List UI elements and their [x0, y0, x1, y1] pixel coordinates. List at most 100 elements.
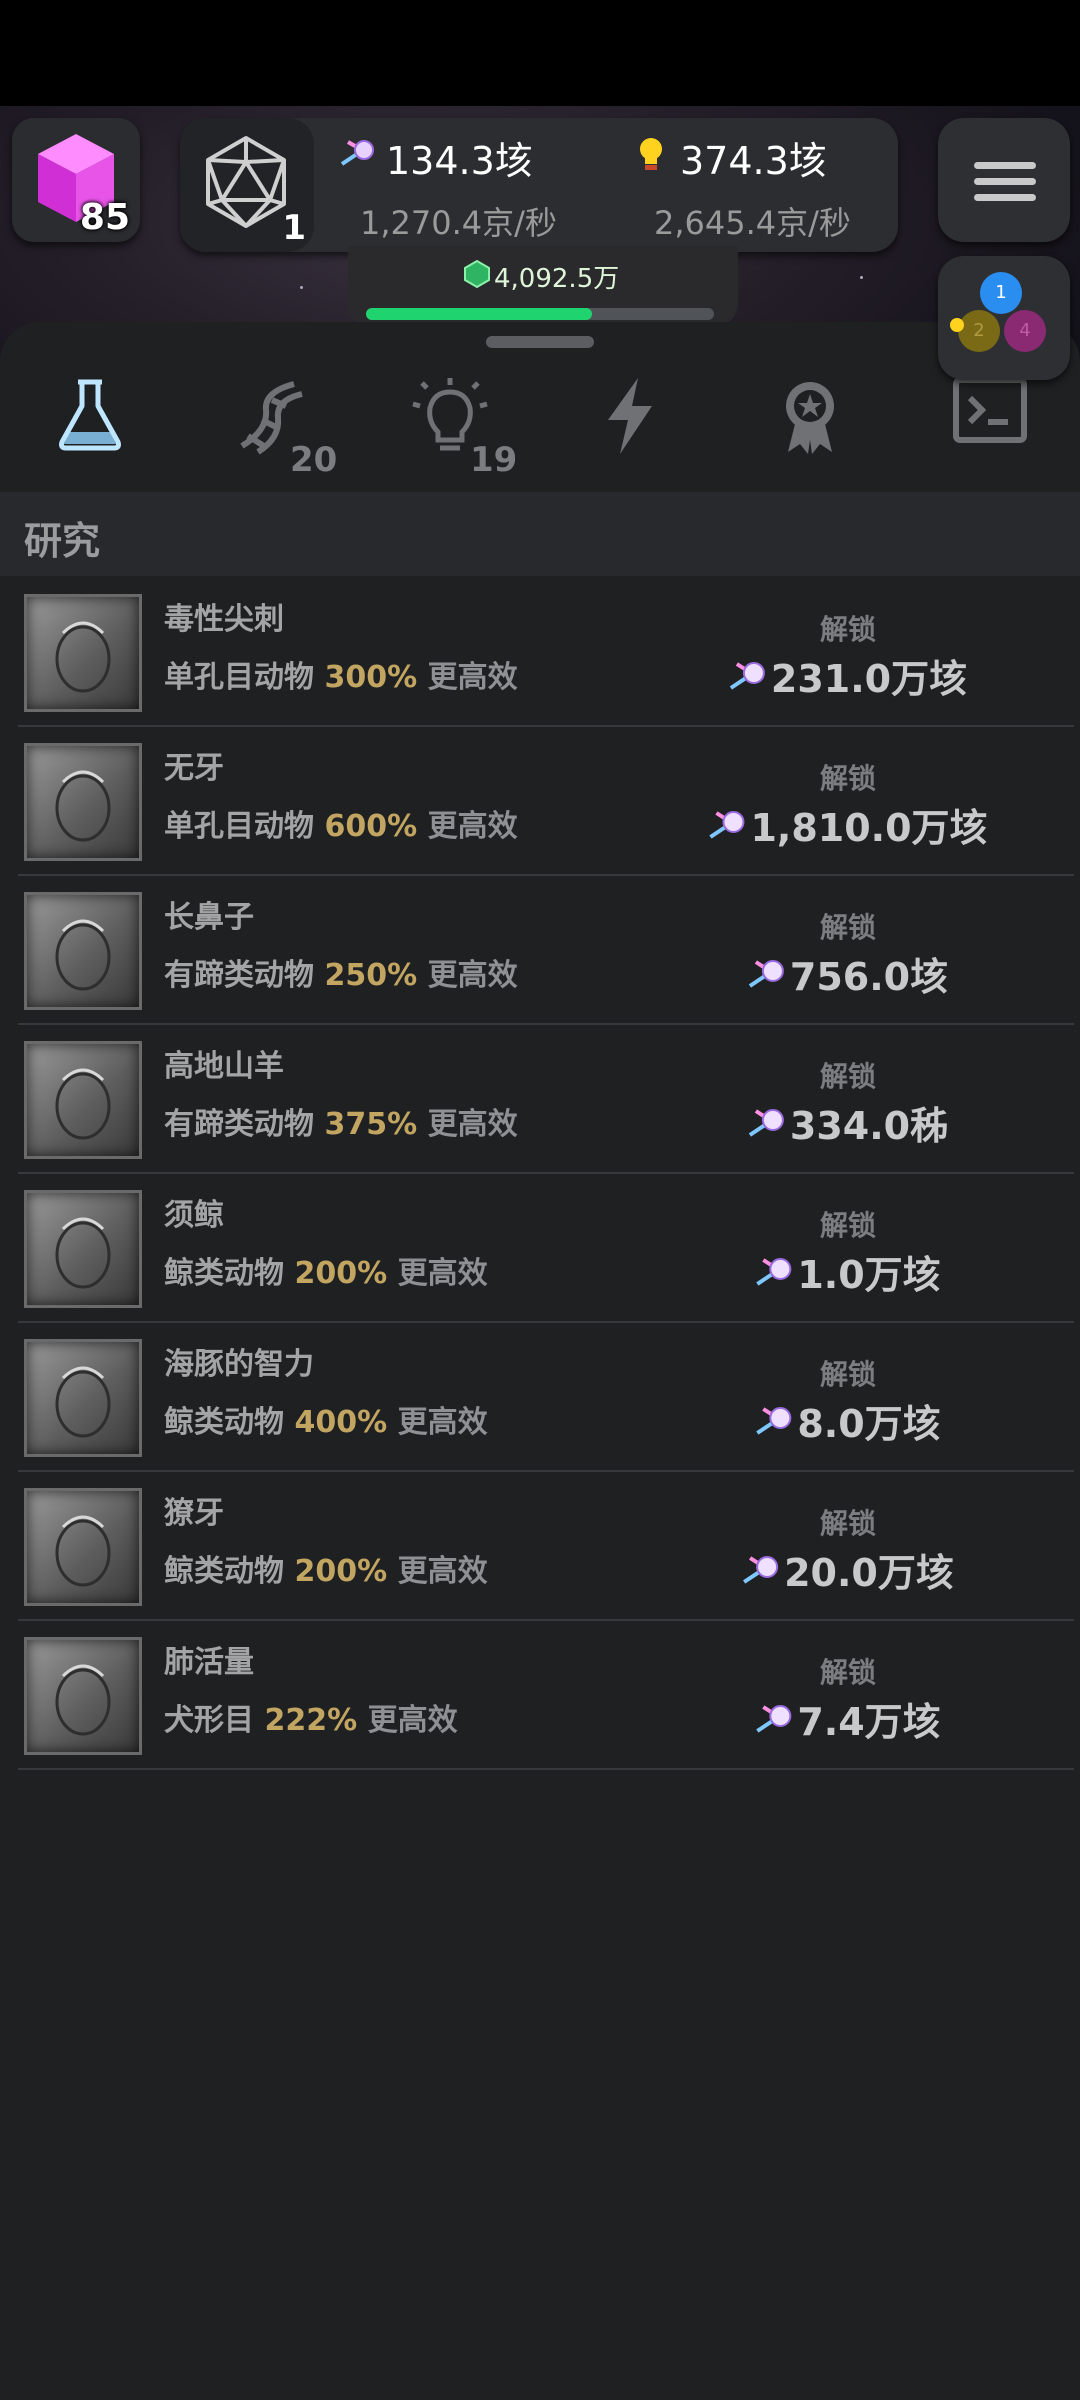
research-title: 海豚的智力	[164, 1347, 314, 1382]
tab-achievements[interactable]	[720, 362, 900, 492]
research-row[interactable]: 毒性尖刺单孔目动物 300% 更高效 解锁 231.0万垓	[18, 578, 1074, 727]
tab-console[interactable]	[900, 362, 1080, 492]
tab-dna[interactable]: 20	[180, 362, 360, 492]
research-percent: 200%	[294, 1554, 388, 1589]
lightbulb-icon	[640, 138, 662, 170]
research-row[interactable]: 肺活量 犬形目 222% 更高效 解锁 7.4万垓	[18, 1621, 1074, 1770]
menu-button[interactable]	[938, 118, 1070, 242]
unlock-label[interactable]: 解锁	[820, 1055, 876, 1095]
drag-handle[interactable]	[486, 336, 594, 348]
research-group: 犬形目	[164, 1703, 254, 1738]
lightning-icon	[608, 378, 652, 454]
research-percent: 200%	[294, 1256, 388, 1291]
comet-icon	[748, 1108, 784, 1137]
unlock-cost-button[interactable]: 20.0万垓	[742, 1542, 954, 1597]
research-thumbnail	[24, 1339, 142, 1457]
status-bar	[0, 0, 1080, 106]
tab-research[interactable]	[0, 362, 180, 492]
comet-icon	[756, 1406, 792, 1435]
tab-power[interactable]	[540, 362, 720, 492]
flask-icon	[59, 379, 121, 451]
research-suffix: 更高效	[427, 660, 518, 695]
research-thumbnail	[24, 1190, 142, 1308]
research-description: 鲸类动物 200% 更高效	[164, 1546, 488, 1590]
circle-badge-2: 2	[958, 310, 1000, 352]
circle-badge-1: 1	[980, 272, 1022, 314]
resource-a-rate: 1,270.4京/秒	[360, 204, 557, 242]
unlock-cost-button[interactable]: 8.0万垓	[755, 1393, 941, 1448]
research-row[interactable]: 须鲸 鲸类动物 200% 更高效 解锁 1.0万垓	[18, 1174, 1074, 1323]
research-thumbnail	[24, 892, 142, 1010]
unlock-label[interactable]: 解锁	[820, 1502, 876, 1542]
unlock-cost-button[interactable]: 7.4万垓	[755, 1691, 941, 1746]
section-header: 研究	[0, 492, 1080, 576]
d20-button[interactable]: 1	[180, 118, 314, 252]
unlock-cost-button[interactable]: 334.0秭	[748, 1095, 948, 1150]
research-suffix: 更高效	[427, 809, 518, 844]
research-description: 单孔目动物 300% 更高效	[164, 652, 518, 696]
research-thumbnail-icon	[55, 1068, 111, 1140]
research-row[interactable]: 獠牙 鲸类动物 200% 更高效 解锁 20.0万垓	[18, 1472, 1074, 1621]
research-list: 毒性尖刺 单孔目动物 300% 更高效 解锁 231.0万垓 无牙 单孔目动物 600% …	[18, 578, 1074, 1770]
unlock-cost-button[interactable]: 756.0垓	[748, 946, 948, 1001]
research-title: 长鼻子	[164, 900, 254, 935]
research-percent: 222%	[264, 1703, 358, 1738]
research-suffix: 更高效	[397, 1405, 488, 1440]
unlock-label[interactable]: 解锁	[820, 1651, 876, 1691]
research-group: 单孔目动物	[164, 660, 314, 695]
d20-icon	[206, 136, 286, 228]
research-description: 鲸类动物 200% 更高效	[164, 1248, 488, 1292]
research-suffix: 更高效	[397, 1256, 488, 1291]
score-progress-bar	[366, 308, 714, 320]
tab-ideas-badge: 19	[470, 440, 518, 480]
research-percent: 375%	[324, 1107, 418, 1142]
research-thumbnail	[24, 1488, 142, 1606]
research-suffix: 更高效	[367, 1703, 458, 1738]
unlock-cost: 1,810.0万垓	[750, 806, 988, 850]
unlock-cost: 756.0垓	[789, 955, 949, 999]
research-row[interactable]: 高地山羊 有蹄类动物 375% 更高效 解锁 334.0秭	[18, 1025, 1074, 1174]
unlock-label[interactable]: 解锁	[820, 1353, 876, 1393]
award-ribbon-icon	[786, 382, 834, 454]
research-group: 鲸类动物	[164, 1256, 284, 1291]
research-percent: 300%	[324, 660, 418, 695]
unlock-label[interactable]: 解锁	[820, 757, 876, 797]
research-group: 单孔目动物	[164, 809, 314, 844]
research-suffix: 更高效	[427, 958, 518, 993]
research-row[interactable]: 无牙 单孔目动物 600% 更高效 解锁 1,810.0万垓	[18, 727, 1074, 876]
unlock-cost-button[interactable]: 1.0万垓	[755, 1244, 941, 1299]
research-description: 鲸类动物 400% 更高效	[164, 1397, 488, 1441]
resource-panel[interactable]: 1 134.3垓 1,270.4京/秒 374.3垓 2,645.4京/秒	[180, 118, 898, 252]
research-title: 毒性尖刺	[164, 602, 284, 637]
tab-ideas[interactable]: 19	[360, 362, 540, 492]
research-thumbnail-icon	[55, 1664, 111, 1736]
research-thumbnail-icon	[55, 1366, 111, 1438]
yellow-dot-icon	[950, 318, 964, 332]
research-percent: 600%	[324, 809, 418, 844]
tab-bar: 20 19	[0, 362, 1080, 492]
factions-button[interactable]: 1 2 4	[938, 256, 1070, 380]
unlock-label[interactable]: 解锁	[820, 1204, 876, 1244]
comet-icon	[743, 1555, 779, 1584]
main-panel: 20 19 研究 毒性尖刺 单孔目动物 300% 更高效 解锁 231.0万垓 …	[0, 322, 1080, 2400]
research-thumbnail	[24, 1637, 142, 1755]
comet-icon	[729, 661, 765, 690]
unlock-cost-button[interactable]: 1,810.0万垓	[708, 797, 988, 852]
unlock-cost-button[interactable]: 231.0万垓	[729, 648, 967, 703]
research-suffix: 更高效	[427, 1107, 518, 1142]
unlock-label[interactable]: 解锁	[820, 608, 876, 648]
research-row[interactable]: 海豚的智力鲸类动物 400% 更高效 解锁 8.0万垓	[18, 1323, 1074, 1472]
unlock-label[interactable]: 解锁	[820, 906, 876, 946]
comet-icon	[340, 140, 374, 166]
research-description: 单孔目动物 600% 更高效	[164, 801, 518, 845]
gem-button[interactable]: 85	[12, 118, 140, 242]
research-percent: 400%	[294, 1405, 388, 1440]
research-thumbnail	[24, 594, 142, 712]
research-thumbnail-icon	[55, 919, 111, 991]
research-thumbnail	[24, 1041, 142, 1159]
unlock-cost: 7.4万垓	[797, 1700, 941, 1744]
comet-icon	[756, 1257, 792, 1286]
research-row[interactable]: 长鼻子 有蹄类动物 250% 更高效 解锁 756.0垓	[18, 876, 1074, 1025]
research-description: 有蹄类动物 375% 更高效	[164, 1099, 518, 1143]
unlock-cost: 334.0秭	[789, 1104, 949, 1148]
